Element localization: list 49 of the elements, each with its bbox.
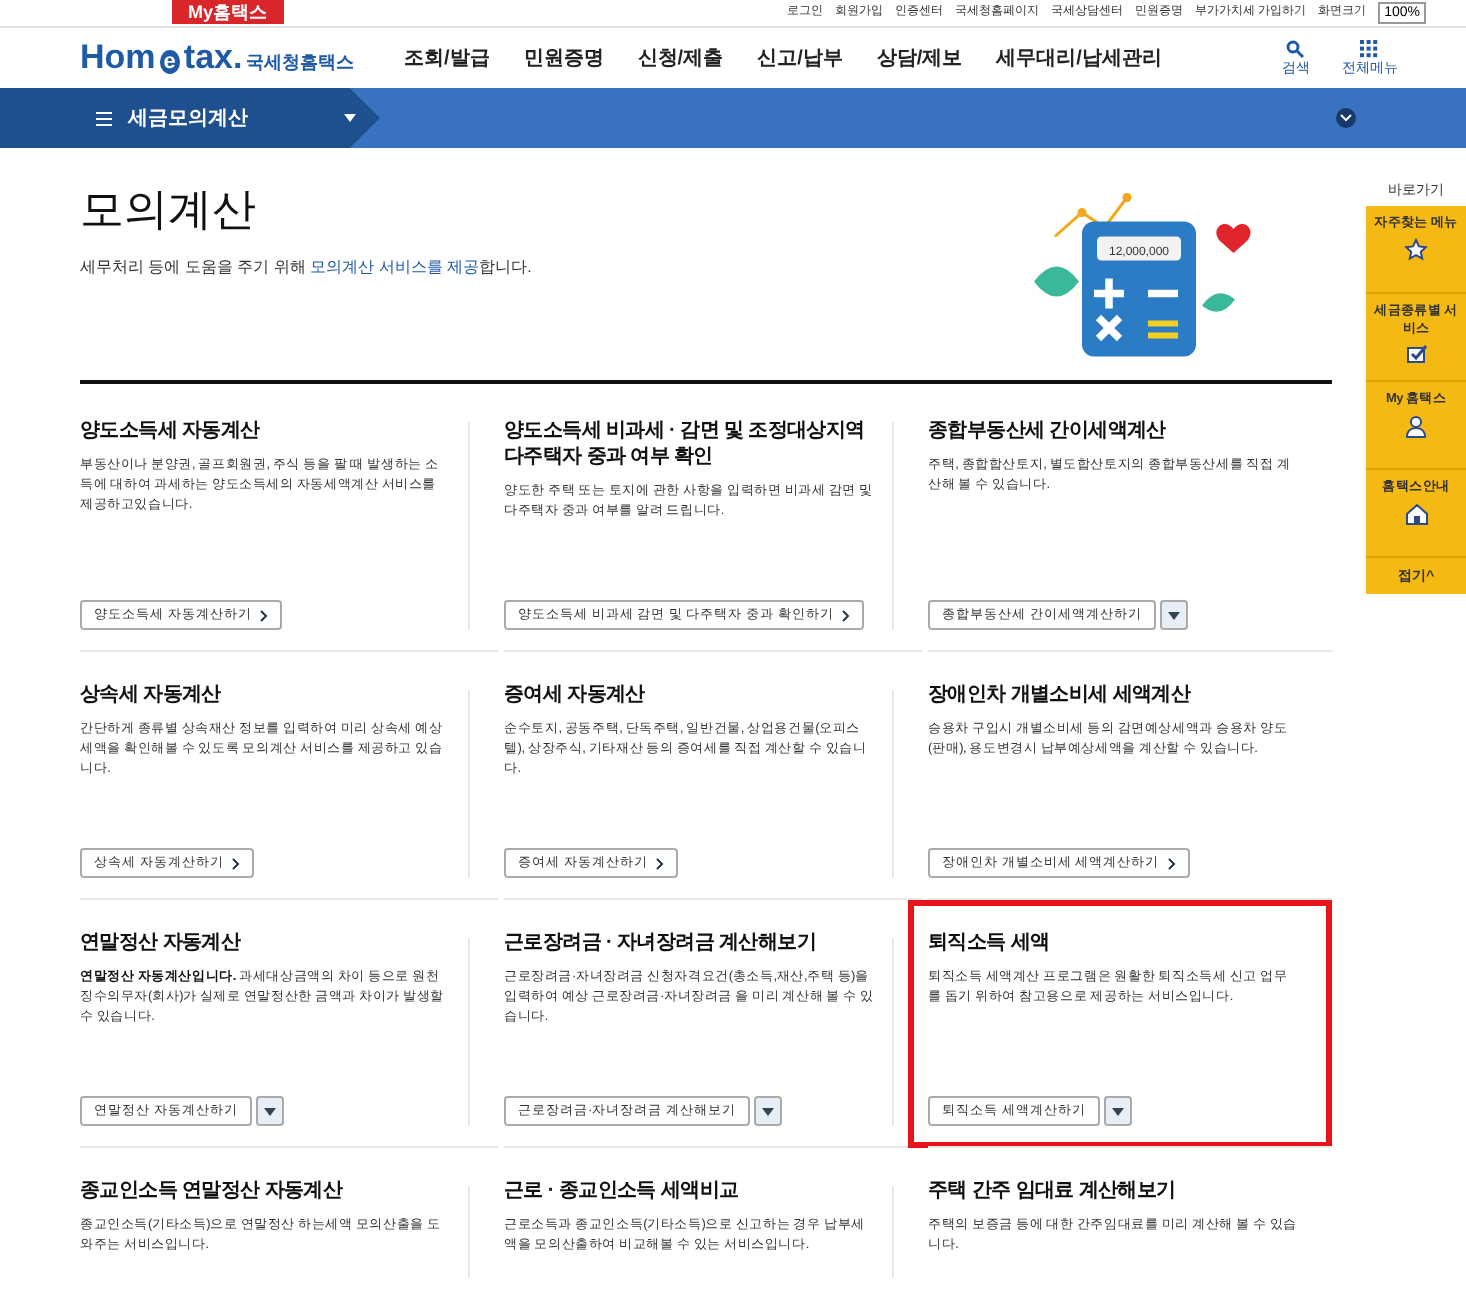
chevron-down-icon [1340,114,1352,122]
dropdown-toggle[interactable] [255,1096,284,1126]
logo-text[interactable]: Hom [80,38,156,78]
card-title: 주택 간주 임대료 계산해보기 [928,1178,1178,1204]
card-title: 증여세 자동계산 [504,682,647,708]
breadcrumb-menu[interactable]: 세금모의계산 [0,88,380,148]
person-icon [1404,414,1428,438]
caret-icon [1111,1107,1124,1115]
card-title: 근로 · 종교인소득 세액비교 [504,1178,741,1204]
main-menu-item[interactable]: 상담/제보 [876,44,963,72]
card-title: 종교인소득 연말정산 자동계산 [80,1178,345,1204]
card-title: 상속세 자동계산 [80,682,223,708]
logo-letter[interactable]: e [159,50,180,74]
chevron-icon [259,609,268,621]
page-subtitle: 세무처리 등에 도움을 주기 위해 모의계산 서비스를 제공합니다. [80,256,532,278]
grid-icon [1360,39,1379,57]
card-title: 연말정산 자동계산 [80,930,243,956]
main-menu-item[interactable]: 세무대리/납세관리 [996,44,1162,72]
menu-icon [96,111,112,125]
search-icon [1286,39,1305,57]
chevron-icon [655,857,664,869]
page-title: 모의계산 [80,182,258,238]
caret-icon [761,1107,774,1115]
caret-icon [263,1107,276,1115]
my-hometax-tab[interactable]: My홈택스 [172,0,284,24]
dropdown-toggle[interactable] [753,1096,782,1126]
chevron-icon [231,857,240,869]
caret-icon [1167,611,1180,619]
card-title: 장애인차 개별소비세 세액계산 [928,682,1193,708]
house-icon [1403,502,1429,526]
expand-toggle[interactable] [1336,108,1356,128]
main-menu-item[interactable]: 신청/제출 [637,44,724,72]
dropdown-toggle[interactable] [1103,1096,1132,1126]
card-title: 양도소득세 비과세 · 감면 및 조정대상지역 다주택자 중과 여부 확인 [504,418,867,470]
card-title: 퇴직소득 세액 [928,930,1052,956]
chevron-icon [841,609,850,621]
caret-icon [344,114,356,122]
star-icon [1404,238,1428,262]
checkbox-icon [1405,344,1427,364]
dropdown-toggle[interactable] [1159,600,1188,630]
logo-text[interactable]: tax. [183,38,243,78]
main-menu-item[interactable]: 조회/발급 [404,44,490,72]
card-title: 양도소득세 자동계산 [80,418,262,444]
logo-name[interactable]: 국세청홈택스 [246,50,355,76]
main-menu-item[interactable]: 신고/납부 [757,44,843,72]
card-title: 근로장려금 · 자녀장려금 계산해보기 [504,930,818,956]
main-menu-item[interactable]: 민원증명 [523,44,604,72]
card-title: 종합부동산세 간이세액계산 [928,418,1168,444]
chevron-icon [1167,857,1176,869]
